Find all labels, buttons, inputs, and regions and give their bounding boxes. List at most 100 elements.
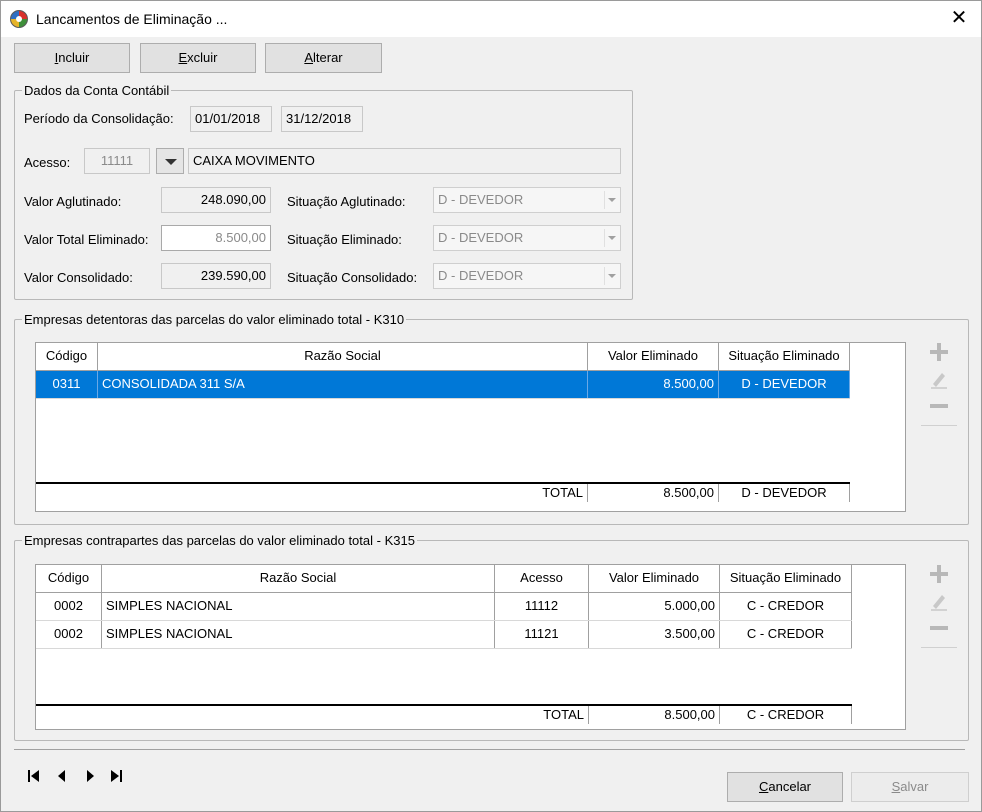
k315-total-situacao: C - CREDOR — [720, 706, 852, 724]
periodo-fim-field: 31/12/2018 — [281, 106, 363, 132]
k315-cell-acesso: 11112 — [495, 593, 589, 620]
k315-cell-codigo: 0002 — [36, 593, 102, 620]
acesso-field[interactable]: 11111 — [84, 148, 150, 174]
dados-conta-group: Dados da Conta Contábil Período da Conso… — [14, 83, 633, 300]
excluir-button[interactable]: Excluir — [140, 43, 256, 73]
alterar-button[interactable]: Alterar — [265, 43, 382, 73]
first-record-icon[interactable] — [25, 767, 43, 785]
salvar-mnemonic: S — [891, 779, 901, 794]
k315-table-row[interactable]: 0002 SIMPLES NACIONAL 11121 3.500,00 C -… — [36, 621, 852, 649]
k315-cell-situacao: C - CREDOR — [720, 593, 852, 620]
k315-table-row[interactable]: 0002 SIMPLES NACIONAL 11112 5.000,00 C -… — [36, 593, 852, 621]
k315-cell-codigo: 0002 — [36, 621, 102, 648]
k315-grid[interactable]: Código Razão Social Acesso Valor Elimina… — [35, 564, 906, 730]
situacao-consolidado-label: Situação Consolidado: — [287, 270, 418, 285]
situacao-aglutinado-select[interactable]: D - DEVEDOR — [433, 187, 621, 213]
cancelar-label: ancelar — [768, 779, 812, 794]
acesso-label: Acesso: — [24, 155, 71, 170]
k310-total-situacao: D - DEVEDOR — [719, 484, 850, 502]
valor-total-eliminado-field[interactable]: 8.500,00 — [161, 225, 271, 251]
excluir-mnemonic: E — [178, 50, 188, 65]
footer-divider — [14, 749, 965, 750]
chevron-down-icon — [604, 191, 618, 209]
edit-pencil-icon[interactable] — [921, 591, 957, 617]
chevron-down-icon — [604, 229, 618, 247]
k315-header-razao[interactable]: Razão Social — [102, 565, 495, 592]
k315-cell-razao: SIMPLES NACIONAL — [102, 621, 495, 648]
k315-header-codigo[interactable]: Código — [36, 565, 102, 592]
cancelar-button[interactable]: Cancelar — [727, 772, 843, 802]
situacao-eliminado-value: D - DEVEDOR — [438, 230, 524, 245]
k310-cell-razao: CONSOLIDADA 311 S/A — [98, 371, 588, 398]
title-bar: Lancamentos de Eliminação ... ✕ — [1, 1, 981, 37]
side-toolbar-divider — [921, 647, 957, 648]
situacao-aglutinado-value: D - DEVEDOR — [438, 192, 524, 207]
dialog-window: Lancamentos de Eliminação ... ✕ Incluir … — [0, 0, 982, 812]
k310-cell-codigo: 0311 — [36, 371, 98, 398]
edit-pencil-icon[interactable] — [921, 369, 957, 395]
k310-header-codigo[interactable]: Código — [36, 343, 98, 370]
k310-cell-valor: 8.500,00 — [588, 371, 719, 398]
k310-grid[interactable]: Código Razão Social Valor Eliminado Situ… — [35, 342, 906, 512]
alterar-mnemonic: A — [304, 50, 314, 65]
valor-aglutinado-label: Valor Aglutinado: — [24, 194, 122, 209]
k310-total-row: TOTAL 8.500,00 D - DEVEDOR — [36, 482, 850, 502]
k315-cell-situacao: C - CREDOR — [720, 621, 852, 648]
k310-table-row[interactable]: 0311 CONSOLIDADA 311 S/A 8.500,00 D - DE… — [36, 371, 850, 399]
k315-title: Empresas contrapartes das parcelas do va… — [22, 533, 417, 548]
chevron-down-icon — [604, 267, 618, 285]
k310-header-valor[interactable]: Valor Eliminado — [588, 343, 719, 370]
acesso-dropdown-button[interactable] — [156, 148, 184, 174]
situacao-consolidado-value: D - DEVEDOR — [438, 268, 524, 283]
last-record-icon[interactable] — [107, 767, 125, 785]
side-toolbar-divider — [921, 425, 957, 426]
remove-icon[interactable] — [921, 396, 957, 422]
k310-total-label: TOTAL — [98, 484, 588, 502]
k315-header-row: Código Razão Social Acesso Valor Elimina… — [36, 565, 852, 593]
k315-total-label: TOTAL — [102, 706, 589, 724]
next-record-icon[interactable] — [81, 767, 99, 785]
k315-cell-valor: 3.500,00 — [589, 621, 720, 648]
k315-cell-valor: 5.000,00 — [589, 593, 720, 620]
incluir-button[interactable]: Incluir — [14, 43, 130, 73]
k315-total-valor: 8.500,00 — [589, 706, 720, 724]
situacao-eliminado-label: Situação Eliminado: — [287, 232, 402, 247]
add-icon[interactable] — [921, 342, 957, 368]
app-logo-icon — [10, 10, 28, 28]
k315-cell-acesso: 11121 — [495, 621, 589, 648]
k310-header-situacao[interactable]: Situação Eliminado — [719, 343, 850, 370]
close-icon: ✕ — [950, 7, 968, 29]
window-title: Lancamentos de Eliminação ... — [36, 11, 228, 27]
k310-title: Empresas detentoras das parcelas do valo… — [22, 312, 407, 327]
incluir-label: ncluir — [58, 50, 90, 65]
situacao-consolidado-select[interactable]: D - DEVEDOR — [433, 263, 621, 289]
valor-consolidado-field: 239.590,00 — [161, 263, 271, 289]
k310-header-razao[interactable]: Razão Social — [98, 343, 588, 370]
excluir-label: xcluir — [187, 50, 218, 65]
cancelar-mnemonic: C — [758, 779, 769, 794]
valor-consolidado-label: Valor Consolidado: — [24, 270, 133, 285]
acesso-description-field: CAIXA MOVIMENTO — [188, 148, 621, 174]
valor-total-eliminado-label: Valor Total Eliminado: — [24, 232, 149, 247]
valor-aglutinado-field: 248.090,00 — [161, 187, 271, 213]
add-icon[interactable] — [921, 564, 957, 590]
situacao-eliminado-select[interactable]: D - DEVEDOR — [433, 225, 621, 251]
k315-total-row: TOTAL 8.500,00 C - CREDOR — [36, 704, 852, 724]
k315-header-valor[interactable]: Valor Eliminado — [589, 565, 720, 592]
salvar-button[interactable]: Salvar — [851, 772, 969, 802]
dados-conta-title: Dados da Conta Contábil — [22, 83, 172, 98]
periodo-inicio-field: 01/01/2018 — [190, 106, 272, 132]
k310-header-row: Código Razão Social Valor Eliminado Situ… — [36, 343, 850, 371]
k315-header-situacao[interactable]: Situação Eliminado — [720, 565, 852, 592]
periodo-label: Período da Consolidação: — [24, 111, 174, 126]
k310-cell-situacao: D - DEVEDOR — [719, 371, 850, 398]
remove-icon[interactable] — [921, 618, 957, 644]
k310-total-valor: 8.500,00 — [588, 484, 719, 502]
k315-header-acesso[interactable]: Acesso — [495, 565, 589, 592]
situacao-aglutinado-label: Situação Aglutinado: — [287, 194, 406, 209]
previous-record-icon[interactable] — [53, 767, 71, 785]
k315-cell-razao: SIMPLES NACIONAL — [102, 593, 495, 620]
salvar-label: alvar — [900, 779, 929, 794]
close-button[interactable]: ✕ — [941, 3, 977, 35]
alterar-label: lterar — [313, 50, 343, 65]
